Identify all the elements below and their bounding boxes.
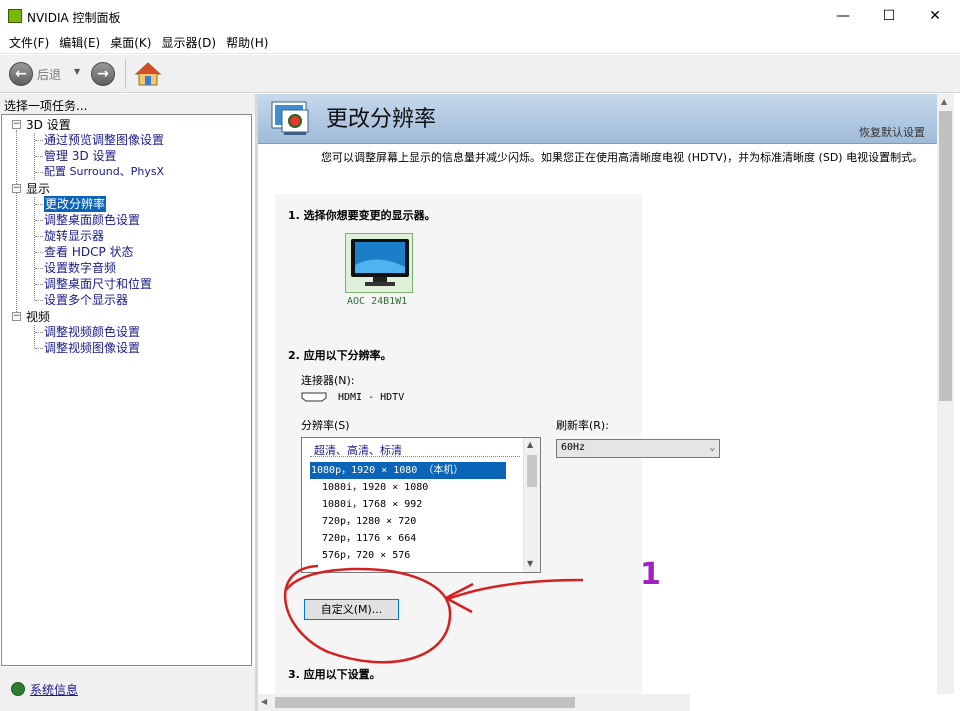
resolution-list-scrollbar[interactable]: ▲ ▼ <box>523 438 540 572</box>
back-arrow-icon[interactable]: ← <box>9 62 33 86</box>
scroll-up-icon[interactable]: ▲ <box>941 97 947 106</box>
content-horizontal-scrollbar[interactable]: ◀ <box>258 694 690 711</box>
tree-group-3d-settings[interactable]: 3D 设置 <box>26 117 71 133</box>
tree-item-rotate-display[interactable]: 旋转显示器 <box>44 228 104 244</box>
menu-edit[interactable]: 编辑(E) <box>54 34 105 51</box>
tree-item-preview-image[interactable]: 通过预览调整图像设置 <box>44 132 164 148</box>
step2-heading: 2. 应用以下分辨率。 <box>288 349 392 362</box>
system-info-link[interactable]: 系统信息 <box>30 681 78 698</box>
resolution-list[interactable]: 超清、高清、标清 1080p，1920 × 1080 （本机） 1080i，19… <box>301 437 541 573</box>
scroll-thumb[interactable] <box>527 455 537 487</box>
connector-label: 连接器(N): <box>301 374 355 387</box>
tree-item-surround-physx[interactable]: 配置 Surround、PhysX <box>44 164 164 180</box>
menu-file[interactable]: 文件(F) <box>4 34 54 51</box>
tree-item-change-resolution[interactable]: 更改分辨率 <box>44 196 107 212</box>
menu-help[interactable]: 帮助(H) <box>221 34 273 51</box>
close-button[interactable]: ✕ <box>912 0 958 32</box>
annotation-circle <box>283 564 584 664</box>
display-resolution-icon <box>271 101 309 135</box>
tree-item-video-image[interactable]: 调整视频图像设置 <box>44 340 140 356</box>
forward-arrow-icon[interactable]: → <box>91 62 115 86</box>
home-icon[interactable] <box>134 60 162 88</box>
step3-heading: 3. 应用以下设置。 <box>288 668 381 681</box>
content-vertical-scrollbar[interactable]: ▲ <box>937 94 954 694</box>
resolution-item[interactable]: 1080p，1920 × 1080 （本机） <box>310 462 506 479</box>
menu-bar: 文件(F) 编辑(E) 桌面(K) 显示器(D) 帮助(H) <box>0 32 960 54</box>
resolution-item[interactable]: 720p，1176 × 664 <box>322 530 416 547</box>
left-footer: 系统信息 <box>0 667 255 711</box>
page-banner: 更改分辨率 恢复默认设置 <box>258 94 937 144</box>
restore-defaults-link[interactable]: 恢复默认设置 <box>859 124 925 140</box>
resolution-label: 分辨率(S) <box>301 419 350 432</box>
tree-item-hdcp-status[interactable]: 查看 HDCP 状态 <box>44 244 134 260</box>
scroll-up-icon[interactable]: ▲ <box>527 440 533 449</box>
maximize-button[interactable]: ☐ <box>866 0 912 32</box>
resolution-item[interactable]: 1080i，1920 × 1080 <box>322 479 428 496</box>
menu-display[interactable]: 显示器(D) <box>156 34 221 51</box>
task-panel-header: 选择一项任务... <box>0 94 255 114</box>
title-bar: NVIDIA 控制面板 — ☐ ✕ <box>0 0 960 32</box>
tree-group-display[interactable]: 显示 <box>26 181 50 197</box>
chevron-down-icon: ⌄ <box>709 443 715 453</box>
group-divider <box>310 456 520 457</box>
task-tree: − 3D 设置 通过预览调整图像设置 管理 3D 设置 配置 Surround、… <box>1 114 252 666</box>
refresh-rate-select[interactable]: 60Hz ⌄ <box>556 439 720 458</box>
monitor-tile[interactable] <box>345 233 413 293</box>
system-info-icon[interactable] <box>11 682 25 696</box>
toolbar-divider <box>125 59 126 89</box>
scroll-thumb[interactable] <box>939 111 952 401</box>
nvidia-logo-icon <box>8 9 22 23</box>
step1-heading: 1. 选择你想要变更的显示器。 <box>288 209 436 222</box>
window-title: NVIDIA 控制面板 <box>27 11 121 25</box>
back-label[interactable]: 后退 <box>37 66 61 83</box>
scroll-thumb[interactable] <box>275 697 575 708</box>
scroll-left-icon[interactable]: ◀ <box>261 697 267 706</box>
collapse-icon[interactable]: − <box>12 184 21 193</box>
page-title: 更改分辨率 <box>326 107 437 132</box>
tree-group-video[interactable]: 视频 <box>26 309 50 325</box>
tree-item-multiple-displays[interactable]: 设置多个显示器 <box>44 292 128 308</box>
collapse-icon[interactable]: − <box>12 120 21 129</box>
refresh-rate-label: 刷新率(R): <box>556 419 609 432</box>
back-dropdown-icon[interactable]: ▼ <box>74 67 80 76</box>
hdmi-connector-icon <box>301 392 327 402</box>
menu-desktop[interactable]: 桌面(K) <box>105 34 156 51</box>
collapse-icon[interactable]: − <box>12 312 21 321</box>
refresh-rate-value: 60Hz <box>561 442 586 453</box>
minimize-button[interactable]: — <box>820 0 866 32</box>
resolution-item[interactable]: 720p，1280 × 720 <box>322 513 416 530</box>
connector-value: HDMI - HDTV <box>338 392 405 403</box>
tree-item-desktop-color[interactable]: 调整桌面颜色设置 <box>44 212 140 228</box>
page-description: 您可以调整屏幕上显示的信息量并减少闪烁。如果您正在使用高清晰度电视 (HDTV)… <box>321 151 924 164</box>
monitor-icon <box>351 239 409 286</box>
tree-item-desktop-size[interactable]: 调整桌面尺寸和位置 <box>44 276 152 292</box>
monitor-name: AOC 24B1W1 <box>347 296 408 307</box>
annotation-label: 1 <box>640 557 661 592</box>
tree-item-digital-audio[interactable]: 设置数字音频 <box>44 260 116 276</box>
content-panel: 更改分辨率 恢复默认设置 您可以调整屏幕上显示的信息量并减少闪烁。如果您正在使用… <box>258 94 937 694</box>
resolution-item[interactable]: 1080i，1768 × 992 <box>322 496 422 513</box>
tree-item-manage-3d[interactable]: 管理 3D 设置 <box>44 148 117 164</box>
tree-item-video-color[interactable]: 调整视频颜色设置 <box>44 324 140 340</box>
toolbar: ← 后退 ▼ → <box>0 55 960 93</box>
